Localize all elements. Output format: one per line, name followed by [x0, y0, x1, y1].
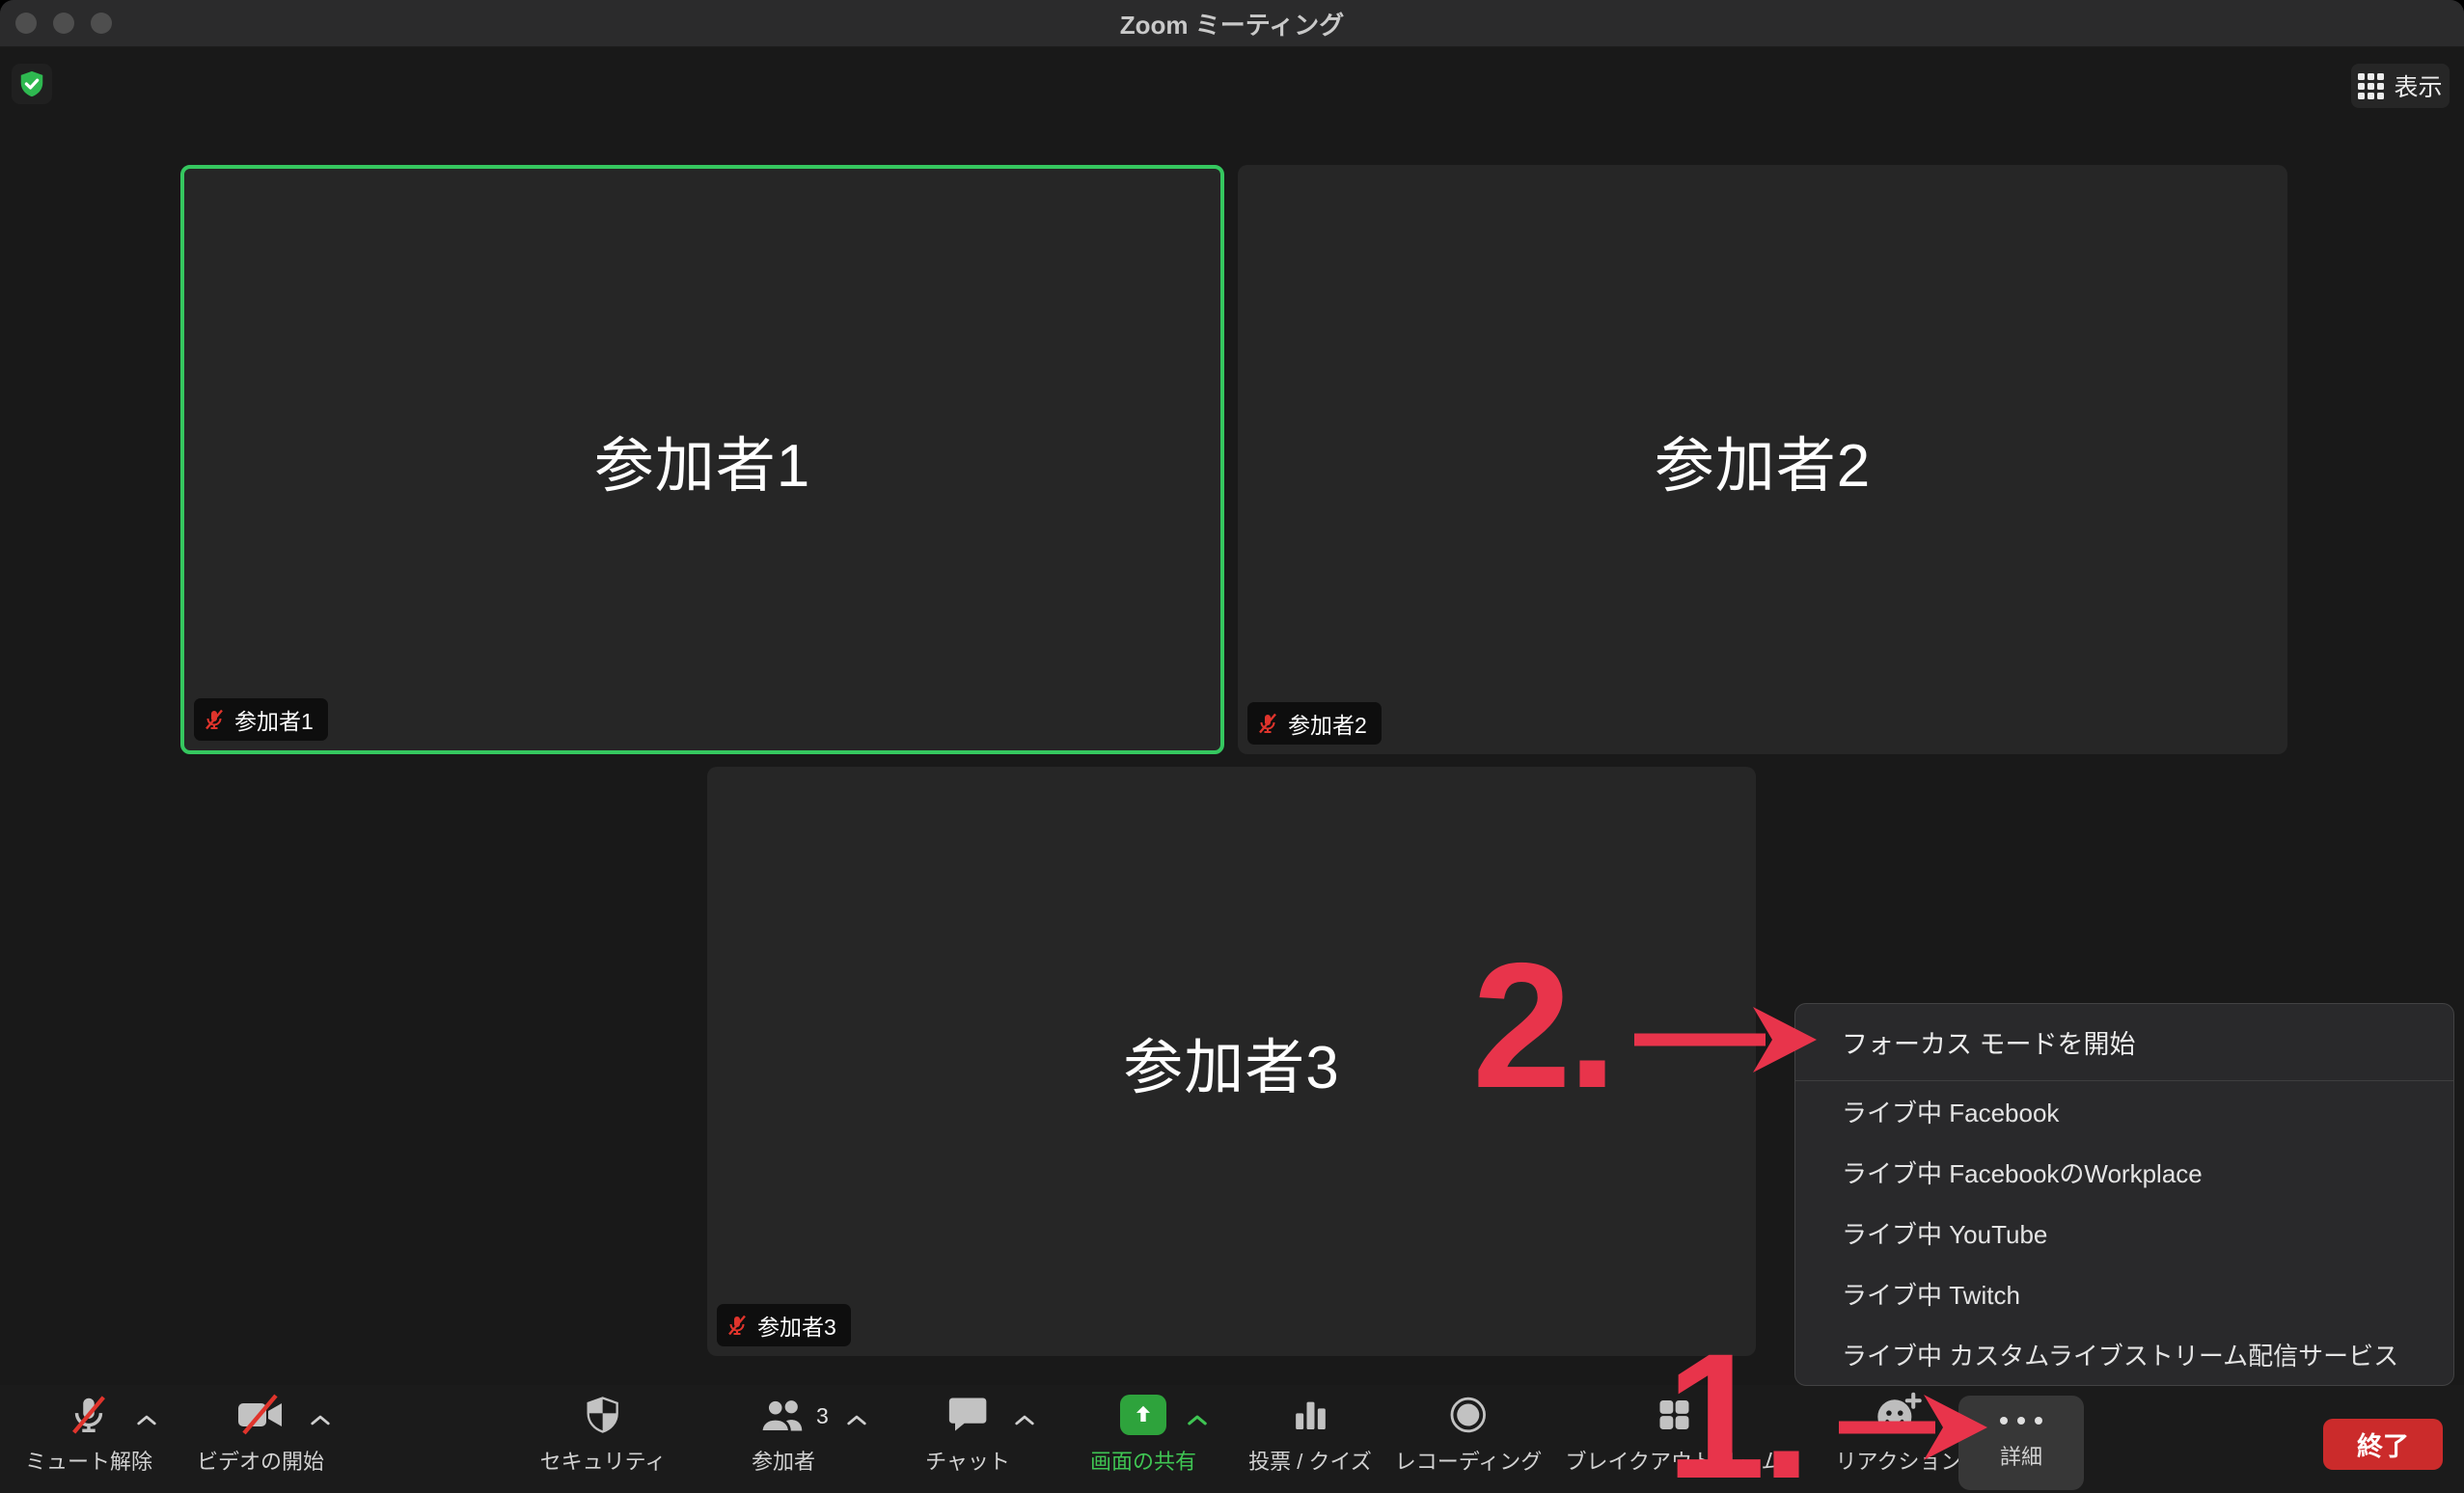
muted-mic-icon	[1256, 712, 1279, 735]
minimize-button[interactable]	[53, 13, 74, 34]
tile-center-name: 参加者1	[594, 417, 810, 503]
record-button[interactable]: レコーディング	[1395, 1393, 1542, 1476]
name-badge: 参加者2	[1247, 702, 1382, 745]
more-label: 詳細	[2000, 1440, 2042, 1471]
view-button[interactable]: 表示	[2351, 64, 2450, 108]
menu-item-live-twitch[interactable]: ライブ中 Twitch	[1795, 1263, 2453, 1324]
annotation-arrow-step2	[1630, 1001, 1819, 1078]
end-meeting-button[interactable]: 終了	[2323, 1419, 2443, 1470]
meeting-toolbar: ミュート解除 ビデオの開始	[0, 1385, 2464, 1493]
polls-label: 投票 / クイズ	[1248, 1445, 1372, 1476]
audio-options-chevron[interactable]	[136, 1414, 157, 1431]
record-label: レコーディング	[1395, 1445, 1542, 1476]
video-tile-participant2: 参加者2 参加者2	[1238, 165, 2287, 754]
name-badge-label: 参加者1	[234, 703, 314, 736]
participants-button[interactable]: 参加者	[752, 1393, 815, 1476]
polls-bar-chart-icon	[1291, 1396, 1329, 1434]
window-title: Zoom ミーティング	[1120, 6, 1344, 41]
start-video-label: ビデオの開始	[197, 1445, 324, 1476]
titlebar: Zoom ミーティング	[0, 0, 2464, 47]
name-badge: 参加者3	[717, 1304, 851, 1346]
share-options-chevron[interactable]	[1187, 1414, 1208, 1431]
record-icon	[1448, 1395, 1489, 1435]
name-badge-label: 参加者2	[1288, 707, 1367, 740]
video-off-icon	[235, 1394, 286, 1436]
unmute-button[interactable]: ミュート解除	[25, 1393, 152, 1476]
name-badge-label: 参加者3	[757, 1309, 836, 1342]
participants-label: 参加者	[752, 1445, 815, 1476]
share-screen-button[interactable]: 画面の共有	[1090, 1393, 1196, 1476]
chat-options-chevron[interactable]	[1014, 1414, 1035, 1431]
chat-button[interactable]: チャット	[925, 1393, 1010, 1476]
participants-options-chevron[interactable]	[846, 1414, 867, 1431]
video-tile-participant1: 参加者1 参加者1	[180, 165, 1224, 754]
security-shield-icon	[584, 1395, 622, 1435]
security-shield-check-icon	[17, 69, 46, 98]
menu-item-live-custom[interactable]: ライブ中 カスタムライブストリーム配信サービス	[1795, 1324, 2453, 1385]
annotation-arrow-step1	[1835, 1389, 1989, 1466]
participants-icon	[758, 1394, 808, 1436]
menu-item-start-focus-mode[interactable]: フォーカス モードを開始	[1795, 1004, 2453, 1081]
participants-count: 3	[816, 1403, 829, 1429]
share-screen-label: 画面の共有	[1090, 1445, 1196, 1476]
fullscreen-button[interactable]	[91, 13, 112, 34]
annotation-step1: 1.	[1666, 1328, 1807, 1493]
close-button[interactable]	[15, 13, 37, 34]
chat-label: チャット	[925, 1445, 1010, 1476]
meeting-info-button[interactable]	[12, 64, 52, 104]
security-button[interactable]: セキュリティ	[540, 1393, 667, 1476]
menu-item-live-workplace[interactable]: ライブ中 FacebookのWorkplace	[1795, 1142, 2453, 1203]
more-dots-icon	[1996, 1415, 2046, 1426]
more-options-menu: フォーカス モードを開始 ライブ中 Facebook ライブ中 Facebook…	[1794, 1003, 2454, 1386]
polls-button[interactable]: 投票 / クイズ	[1248, 1393, 1372, 1476]
video-options-chevron[interactable]	[310, 1414, 331, 1431]
menu-item-live-youtube[interactable]: ライブ中 YouTube	[1795, 1203, 2453, 1263]
menu-item-live-facebook[interactable]: ライブ中 Facebook	[1795, 1081, 2453, 1142]
annotation-step2: 2.	[1472, 937, 1613, 1116]
zoom-meeting-window: Zoom ミーティング 表示 参加者1 参加者1 参加者2	[0, 0, 2464, 1493]
unmute-label: ミュート解除	[25, 1445, 152, 1476]
view-button-label: 表示	[2394, 68, 2442, 103]
start-video-button[interactable]: ビデオの開始	[197, 1393, 324, 1476]
security-label: セキュリティ	[540, 1445, 667, 1476]
chat-bubble-icon	[947, 1396, 988, 1434]
muted-mic-icon	[203, 708, 226, 731]
share-screen-icon	[1120, 1395, 1166, 1435]
name-badge: 参加者1	[194, 698, 328, 741]
muted-mic-icon	[726, 1314, 749, 1337]
muted-mic-icon	[67, 1393, 111, 1437]
tile-center-name: 参加者2	[1655, 417, 1871, 503]
gallery-grid-icon	[2358, 73, 2384, 99]
tile-center-name: 参加者3	[1123, 1018, 1339, 1105]
